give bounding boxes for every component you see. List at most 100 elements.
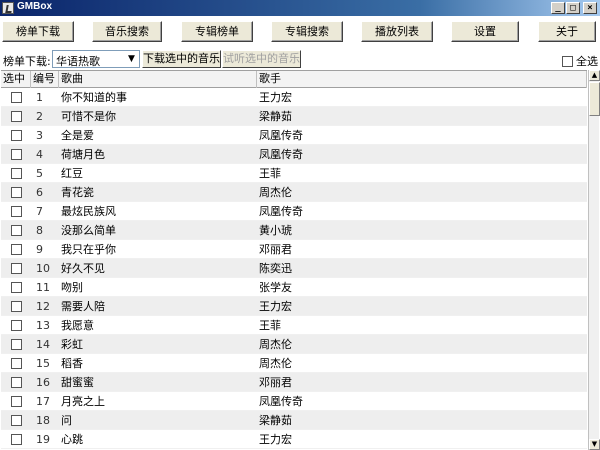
table-row[interactable]: 19 心跳 王力宏 <box>1 430 587 449</box>
row-checkbox[interactable] <box>10 91 22 103</box>
table-row[interactable]: 11 吻别 张学友 <box>1 278 587 297</box>
row-checkbox[interactable] <box>10 205 22 217</box>
table-row[interactable]: 4 荷塘月色 凤凰传奇 <box>1 145 587 164</box>
row-select-cell <box>1 148 31 160</box>
row-song: 我愿意 <box>61 319 94 332</box>
row-checkbox[interactable] <box>10 414 22 426</box>
row-select-cell <box>1 129 31 141</box>
main-toolbar: 榜单下载 音乐搜索 专辑榜单 专辑搜索 播放列表 设置 关于 <box>0 16 600 46</box>
table-row[interactable]: 6 青花瓷 周杰伦 <box>1 183 587 202</box>
app-icon <box>2 2 14 14</box>
row-artist: 邓丽君 <box>259 243 292 256</box>
row-number: 18 <box>36 413 50 427</box>
table-row[interactable]: 1 你不知道的事 王力宏 <box>1 88 587 107</box>
row-checkbox[interactable] <box>10 110 22 122</box>
table-row[interactable]: 12 需要人陪 王力宏 <box>1 297 587 316</box>
row-song: 你不知道的事 <box>61 91 127 104</box>
row-checkbox[interactable] <box>10 129 22 141</box>
table-row[interactable]: 2 可惜不是你 梁静茹 <box>1 107 587 126</box>
scroll-up-icon[interactable]: ▲ <box>589 70 600 81</box>
row-checkbox[interactable] <box>10 395 22 407</box>
minimize-button[interactable]: _ <box>551 2 565 14</box>
close-button[interactable]: × <box>583 2 597 14</box>
vertical-scrollbar[interactable]: ▲ ▼ <box>588 70 600 450</box>
row-select-cell <box>1 205 31 217</box>
about-button[interactable]: 关于 <box>538 21 596 42</box>
row-checkbox[interactable] <box>10 338 22 350</box>
chart-select-label: 榜单下载: <box>3 55 51 68</box>
row-checkbox[interactable] <box>10 433 22 445</box>
row-artist: 周杰伦 <box>259 357 292 370</box>
music-search-button[interactable]: 音乐搜索 <box>92 21 162 42</box>
row-song: 青花瓷 <box>61 186 94 199</box>
row-song: 彩虹 <box>61 338 83 351</box>
row-artist: 梁静茹 <box>259 414 292 427</box>
row-checkbox[interactable] <box>10 357 22 369</box>
row-select-cell <box>1 224 31 236</box>
row-select-cell <box>1 243 31 255</box>
row-checkbox[interactable] <box>10 186 22 198</box>
header-number[interactable]: 编号 <box>31 71 59 88</box>
row-number: 14 <box>36 337 50 351</box>
table-row[interactable]: 13 我愿意 王菲 <box>1 316 587 335</box>
table-row[interactable]: 9 我只在乎你 邓丽君 <box>1 240 587 259</box>
row-song: 红豆 <box>61 167 83 180</box>
table-row[interactable]: 16 甜蜜蜜 邓丽君 <box>1 373 587 392</box>
row-artist: 周杰伦 <box>259 186 292 199</box>
row-select-cell <box>1 376 31 388</box>
header-artist[interactable]: 歌手 <box>257 71 587 88</box>
header-song[interactable]: 歌曲 <box>59 71 257 88</box>
download-selected-button[interactable]: 下载选中的音乐 <box>142 50 221 68</box>
row-checkbox[interactable] <box>10 167 22 179</box>
table-row[interactable]: 7 最炫民族风 凤凰传奇 <box>1 202 587 221</box>
row-select-cell <box>1 357 31 369</box>
row-checkbox[interactable] <box>10 281 22 293</box>
select-all-checkbox[interactable] <box>562 55 573 67</box>
row-checkbox[interactable] <box>10 262 22 274</box>
row-song: 需要人陪 <box>61 300 105 313</box>
row-artist: 王菲 <box>259 167 281 180</box>
row-song: 全是爱 <box>61 129 94 142</box>
settings-button[interactable]: 设置 <box>451 21 519 42</box>
table-row[interactable]: 14 彩虹 周杰伦 <box>1 335 587 354</box>
row-artist: 王力宏 <box>259 300 292 313</box>
table-row[interactable]: 5 红豆 王菲 <box>1 164 587 183</box>
row-checkbox[interactable] <box>10 376 22 388</box>
table-row[interactable]: 8 没那么简单 黄小琥 <box>1 221 587 240</box>
row-checkbox[interactable] <box>10 148 22 160</box>
select-all-control[interactable]: 全选 <box>562 53 598 69</box>
title-bar: GMBox _ □ × <box>0 0 600 16</box>
table-row[interactable]: 18 问 梁静茹 <box>1 411 587 430</box>
maximize-button[interactable]: □ <box>566 2 580 14</box>
window-title: GMBox <box>17 1 52 12</box>
preview-selected-button[interactable]: 试听选中的音乐 <box>222 50 301 68</box>
row-artist: 张学友 <box>259 281 292 294</box>
row-number: 17 <box>36 394 50 408</box>
row-checkbox[interactable] <box>10 319 22 331</box>
table-row[interactable]: 10 好久不见 陈奕迅 <box>1 259 587 278</box>
row-checkbox[interactable] <box>10 224 22 236</box>
header-select[interactable]: 选中 <box>1 71 31 88</box>
row-select-cell <box>1 338 31 350</box>
row-select-cell <box>1 186 31 198</box>
row-checkbox[interactable] <box>10 243 22 255</box>
chart-download-button[interactable]: 榜单下载 <box>2 21 74 42</box>
album-search-button[interactable]: 专辑搜索 <box>271 21 343 42</box>
chart-select[interactable]: 华语热歌 ▼ <box>52 50 140 68</box>
row-artist: 黄小琥 <box>259 224 292 237</box>
row-select-cell <box>1 91 31 103</box>
scroll-thumb[interactable] <box>589 82 600 116</box>
row-artist: 邓丽君 <box>259 376 292 389</box>
table-row[interactable]: 15 稻香 周杰伦 <box>1 354 587 373</box>
scroll-down-icon[interactable]: ▼ <box>589 439 600 450</box>
dropdown-arrow-icon[interactable]: ▼ <box>124 51 139 67</box>
row-song: 月亮之上 <box>61 395 105 408</box>
table-row[interactable]: 3 全是爱 凤凰传奇 <box>1 126 587 145</box>
table-row[interactable]: 17 月亮之上 凤凰传奇 <box>1 392 587 411</box>
row-number: 3 <box>36 128 43 142</box>
row-select-cell <box>1 110 31 122</box>
row-number: 19 <box>36 432 50 446</box>
playlist-button[interactable]: 播放列表 <box>361 21 433 42</box>
row-checkbox[interactable] <box>10 300 22 312</box>
album-chart-button[interactable]: 专辑榜单 <box>181 21 253 42</box>
